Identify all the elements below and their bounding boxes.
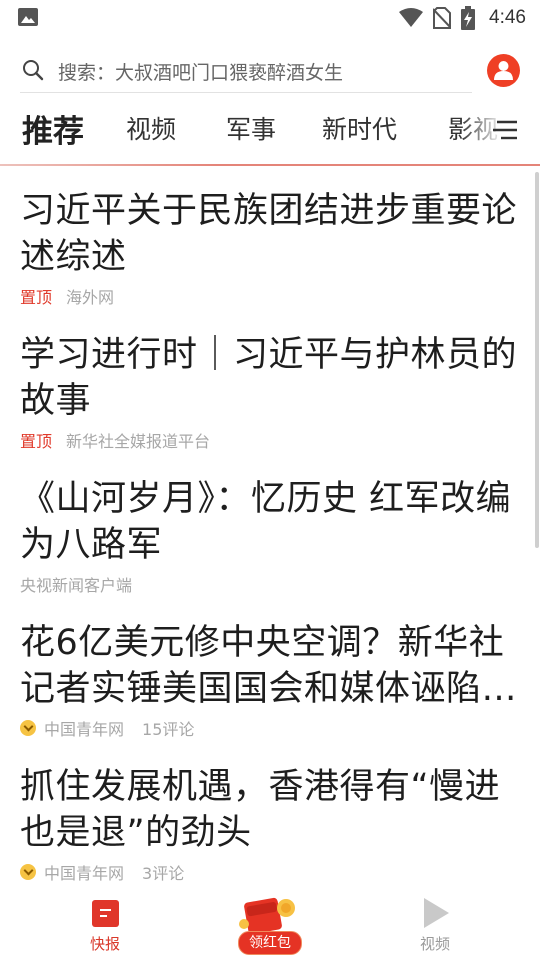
verified-badge-icon bbox=[20, 864, 36, 880]
comment-count: 3评论 bbox=[142, 864, 185, 883]
search-icon bbox=[23, 60, 44, 81]
red-packet-label: 领红包 bbox=[238, 931, 302, 955]
news-item[interactable]: 学习进行时｜习近平与护林员的故事 置顶 新华社全媒报道平台 bbox=[20, 332, 520, 452]
nav-kuaibao[interactable]: 快报 bbox=[60, 890, 150, 960]
wifi-icon bbox=[399, 8, 424, 27]
news-title: 学习进行时｜习近平与护林员的故事 bbox=[20, 335, 518, 421]
news-meta: 置顶 海外网 bbox=[20, 284, 520, 308]
gallery-notification-icon bbox=[18, 8, 38, 26]
status-bar: 4:46 bbox=[0, 0, 540, 36]
news-item[interactable]: 习近平关于民族团结进步重要论述综述 置顶 海外网 bbox=[20, 188, 520, 308]
user-icon bbox=[494, 61, 513, 80]
news-meta: 中国青年网 15评论 bbox=[20, 716, 520, 740]
pinned-tag: 置顶 bbox=[20, 432, 53, 451]
feed-scrollbar[interactable] bbox=[535, 172, 539, 548]
tab-video[interactable]: 视频 bbox=[126, 110, 176, 146]
no-sim-icon bbox=[433, 7, 452, 29]
tab-new-era[interactable]: 新时代 bbox=[322, 110, 397, 146]
tab-military[interactable]: 军事 bbox=[226, 110, 276, 146]
status-icons: 4:46 bbox=[399, 6, 526, 30]
search-bar[interactable]: 搜索：大叔酒吧门口猥亵醉酒女生 bbox=[20, 48, 472, 93]
news-source: 中国青年网 bbox=[44, 864, 125, 883]
news-source: 中国青年网 bbox=[44, 720, 125, 739]
nav-kuaibao-label: 快报 bbox=[89, 935, 120, 953]
nav-video-label: 视频 bbox=[419, 935, 450, 953]
status-time: 4:46 bbox=[489, 7, 526, 28]
channel-tabs: 推荐 视频 军事 新时代 影视 bbox=[0, 100, 540, 162]
nav-video[interactable]: 视频 bbox=[390, 890, 480, 960]
channel-menu-icon[interactable] bbox=[491, 118, 519, 142]
news-meta: 央视新闻客户端 bbox=[20, 572, 520, 596]
news-item[interactable]: 《山河岁月》：忆历史 红军改编为八路军 央视新闻客户端 bbox=[20, 476, 520, 596]
news-meta: 中国青年网 3评论 bbox=[20, 860, 520, 884]
news-source: 海外网 bbox=[66, 288, 115, 307]
tabs-divider bbox=[0, 164, 540, 166]
news-meta: 置顶 新华社全媒报道平台 bbox=[20, 428, 520, 452]
play-icon bbox=[424, 898, 449, 928]
verified-badge-icon bbox=[20, 720, 36, 736]
comment-count: 15评论 bbox=[142, 720, 195, 739]
news-title: 抓住发展机遇，香港得有“慢进也是退”的劲头 bbox=[20, 767, 501, 853]
news-source: 新华社全媒报道平台 bbox=[66, 432, 211, 451]
tab-recommend[interactable]: 推荐 bbox=[22, 106, 84, 151]
news-title-line-2: 记者实锤美国国会和媒体诬陷… bbox=[20, 669, 518, 709]
news-source: 央视新闻客户端 bbox=[20, 576, 133, 595]
pinned-tag: 置顶 bbox=[20, 288, 53, 307]
search-hint-text: 搜索：大叔酒吧门口猥亵醉酒女生 bbox=[58, 62, 344, 84]
news-title: 习近平关于民族团结进步重要论述综述 bbox=[20, 191, 518, 277]
user-avatar-button[interactable] bbox=[487, 54, 520, 87]
battery-charging-icon bbox=[461, 6, 476, 30]
news-title-line-1: 花6亿美元修中央空调？新华社 bbox=[20, 623, 505, 663]
news-title: 《山河岁月》：忆历史 红军改编为八路军 bbox=[20, 479, 512, 565]
kuaibao-icon bbox=[92, 900, 119, 927]
news-item[interactable]: 花6亿美元修中央空调？新华社 记者实锤美国国会和媒体诬陷… 中国青年网 15评论 bbox=[20, 620, 520, 740]
news-item[interactable]: 抓住发展机遇，香港得有“慢进也是退”的劲头 中国青年网 3评论 bbox=[20, 764, 520, 884]
red-packet-button[interactable]: 领红包 bbox=[236, 894, 308, 956]
